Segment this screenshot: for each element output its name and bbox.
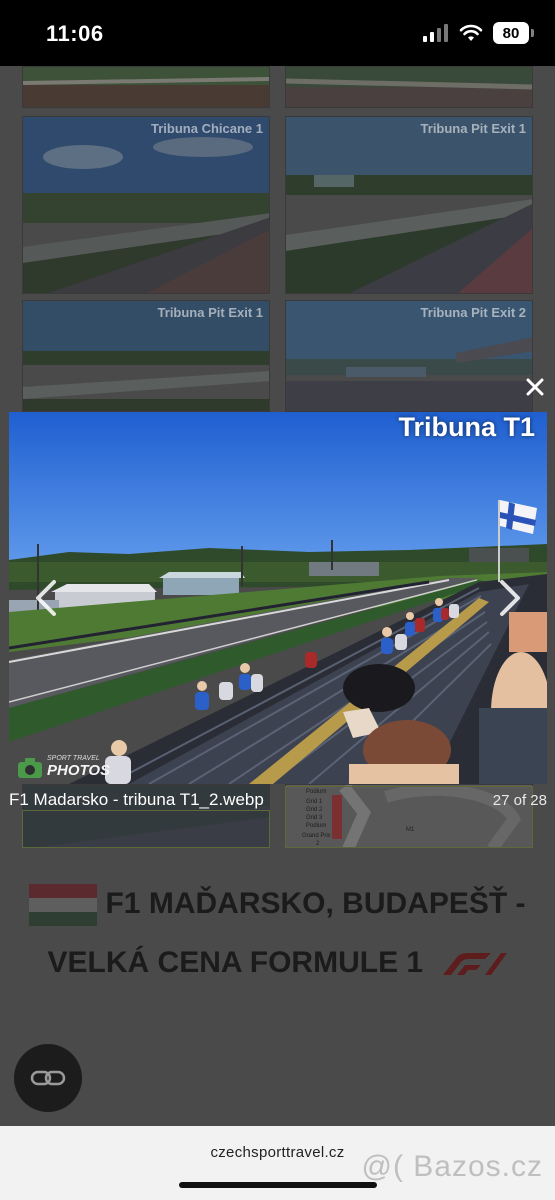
next-image-button[interactable] (496, 578, 524, 618)
wifi-icon (459, 24, 483, 41)
map-label-grid-3: Grid 3 (306, 815, 323, 821)
page-title-line2: VELKÁ CENA FORMULE 1 (47, 946, 424, 979)
thumbnail-label: Tribuna Pit Exit 1 (420, 121, 526, 136)
page-title-line1: F1 MAĎARSKO, BUDAPEŠŤ - (105, 886, 526, 920)
map-label-podium-2: Podium (306, 823, 327, 829)
map-label-grand-prix: Grand Prix (302, 833, 331, 839)
thumbnail-image (286, 117, 532, 293)
chevron-right-icon (500, 580, 520, 616)
status-time: 11:06 (46, 21, 104, 46)
gallery-thumbnail[interactable] (285, 66, 533, 108)
close-button[interactable] (520, 372, 550, 402)
thumbnail-image (286, 67, 532, 107)
image-filename: F1 Madarsko - tribuna T1_2.webp (9, 790, 264, 809)
sport-travel-photos-watermark: SPORT TRAVEL PHOTOS (17, 755, 110, 780)
battery-level: 80 (502, 24, 520, 42)
gallery-thumbnail[interactable]: Tribuna Chicane 1 (22, 116, 270, 294)
map-label-grand-prix-number: 2 (316, 841, 320, 847)
link-icon (30, 1070, 66, 1086)
gallery-thumbnail[interactable]: Tribuna Pit Exit 1 (285, 116, 533, 294)
thumbnail-image (23, 811, 269, 847)
f1-logo-icon (443, 953, 508, 976)
image-title: Tribuna T1 (398, 412, 535, 442)
gallery-thumbnail[interactable] (22, 66, 270, 108)
thumbnail-image (23, 67, 269, 107)
image-counter: 27 of 28 (492, 792, 547, 809)
gallery-thumbnail[interactable]: Tribuna Pit Exit 1 (22, 300, 270, 412)
gallery-thumbnail[interactable]: Tribuna Pit Exit 2 (285, 300, 533, 412)
lightbox-image[interactable]: Tribuna T1 SPORT TRAVEL PHOTOS (9, 412, 547, 784)
chevron-left-icon (36, 580, 56, 616)
flag-stripe-green (29, 912, 98, 926)
gallery-thumbnail[interactable] (22, 810, 270, 848)
page-subtitle: VELKÁ CENA FORMULE 1 (0, 946, 555, 980)
previous-image-button[interactable] (32, 578, 60, 618)
bazos-watermark: @( Bazos.cz (361, 1150, 543, 1183)
thumbnail-label: Tribuna Pit Exit 1 (157, 305, 263, 320)
cellular-signal-icon (423, 24, 448, 42)
lightbox-caption: F1 Madarsko - tribuna T1_2.webp 27 of 28 (9, 790, 547, 810)
hungary-flag-icon (29, 884, 98, 926)
watermark-top-text: SPORT TRAVEL (47, 755, 100, 762)
battery-indicator: 80 (493, 22, 534, 44)
grandstand-photo (9, 412, 547, 784)
flag-stripe-white (29, 898, 98, 912)
flag-stripe-red (29, 884, 98, 898)
thumbnail-label: Tribuna Pit Exit 2 (420, 305, 526, 320)
home-indicator[interactable] (179, 1182, 377, 1188)
thumbnail-label: Tribuna Chicane 1 (151, 121, 263, 136)
svg-text:M1: M1 (406, 827, 415, 833)
close-icon (526, 378, 544, 396)
chat-button[interactable] (14, 1044, 82, 1112)
watermark-text: PHOTOS (47, 762, 111, 779)
camera-logo-icon (18, 757, 42, 778)
watermark-lockup: SPORT TRAVEL PHOTOS (47, 755, 110, 780)
browser-address-bar[interactable]: czechsporttravel.cz @( Bazos.cz (0, 1126, 555, 1200)
status-icons: 80 (423, 22, 534, 44)
page-title: F1 MAĎARSKO, BUDAPEŠŤ - (0, 884, 555, 926)
status-bar: 11:06 80 (0, 0, 555, 66)
thumbnail-image (23, 117, 269, 293)
